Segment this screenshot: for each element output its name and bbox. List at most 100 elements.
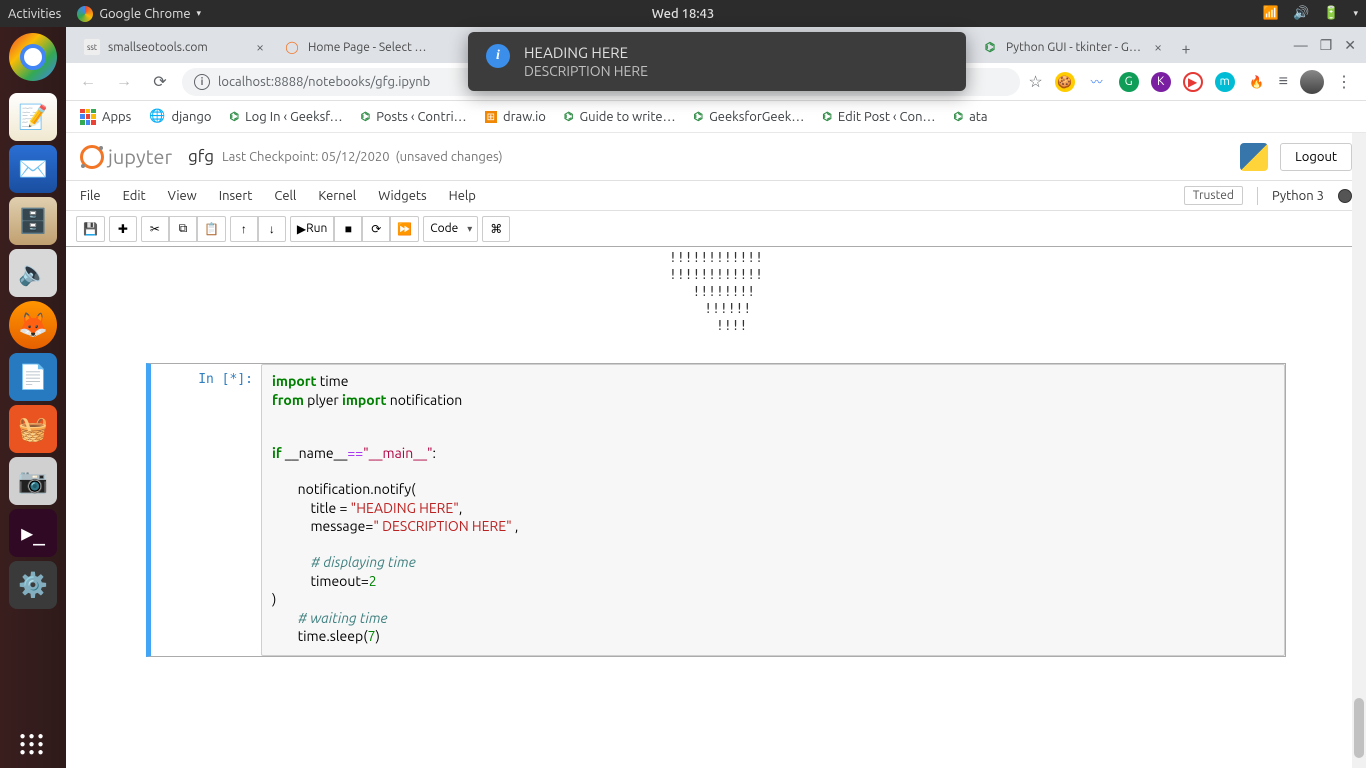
launcher-software[interactable]: 🧺 <box>9 405 57 453</box>
volume-icon[interactable]: 🔊 <box>1293 6 1309 21</box>
save-button[interactable]: 💾 <box>76 216 105 242</box>
bookmark-item[interactable]: ⌬Edit Post ‹ Con… <box>822 110 935 124</box>
activities-button[interactable]: Activities <box>8 7 61 21</box>
checkpoint-status: Last Checkpoint: 05/12/2020 (unsaved cha… <box>222 150 503 164</box>
extension-icon[interactable]: 🔥 <box>1247 72 1267 92</box>
tab-close-icon[interactable]: × <box>256 39 264 55</box>
launcher-files[interactable]: 🗄️ <box>9 197 57 245</box>
battery-icon[interactable]: 🔋 <box>1323 6 1339 21</box>
launcher-settings[interactable]: ⚙️ <box>9 561 57 609</box>
window-close[interactable]: ✕ <box>1344 37 1356 54</box>
cut-button[interactable]: ✂ <box>141 216 169 242</box>
site-info-icon[interactable]: i <box>194 74 210 90</box>
clock[interactable]: Wed 18:43 <box>652 7 714 21</box>
paste-button[interactable]: 📋 <box>197 216 226 242</box>
move-down-button[interactable]: ↓ <box>258 216 286 242</box>
launcher-firefox[interactable]: 🦊 <box>9 301 57 349</box>
gfg-icon: ⌬ <box>564 110 574 123</box>
menu-widgets[interactable]: Widgets <box>378 189 426 203</box>
menu-help[interactable]: Help <box>449 189 476 203</box>
extension-icon[interactable]: G <box>1119 72 1139 92</box>
bookmark-item[interactable]: ⌬ata <box>953 110 987 124</box>
drawio-icon: ⊞ <box>485 111 497 123</box>
jupyter-logo[interactable]: jupyter <box>80 145 172 169</box>
launcher-show-apps[interactable]: ●●●●●●●●● <box>19 732 46 756</box>
profile-avatar[interactable] <box>1300 70 1324 94</box>
logout-button[interactable]: Logout <box>1280 143 1352 171</box>
bookmark-item[interactable]: ⌬Posts ‹ Contri… <box>361 110 467 124</box>
move-up-button[interactable]: ↑ <box>230 216 258 242</box>
jupyter-menubar: File Edit View Insert Cell Kernel Widget… <box>66 181 1366 211</box>
scrollbar-thumb[interactable] <box>1354 698 1364 758</box>
launcher-text-editor[interactable]: 📝 <box>9 93 57 141</box>
menu-file[interactable]: File <box>80 189 101 203</box>
bookmark-item[interactable]: ⌬Log In ‹ Geeksf… <box>229 110 342 124</box>
favicon: ◯ <box>284 39 300 55</box>
launcher-screenshot[interactable]: 📷 <box>9 457 57 505</box>
interrupt-button[interactable]: ■ <box>334 216 362 242</box>
cell-output: !!!!!!!!!!!! !!!!!!!!!!!! !!!!!!!! !!!!!… <box>66 251 1366 359</box>
page-content: jupyter gfg Last Checkpoint: 05/12/2020 … <box>66 133 1366 768</box>
launcher-terminal[interactable]: ▸_ <box>9 509 57 557</box>
menu-edit[interactable]: Edit <box>123 189 146 203</box>
restart-run-all-button[interactable]: ⏩ <box>390 216 419 242</box>
favicon: sst <box>84 39 100 55</box>
system-menu-chevron[interactable]: ▾ <box>1353 8 1358 19</box>
system-notification[interactable]: i HEADING HERE DESCRIPTION HERE <box>468 32 966 91</box>
scrollbar[interactable] <box>1352 133 1366 768</box>
extension-icon[interactable]: m <box>1215 72 1235 92</box>
app-menu[interactable]: Google Chrome ▾ <box>77 6 201 22</box>
extension-icon[interactable]: 〰 <box>1087 72 1107 92</box>
menu-kernel[interactable]: Kernel <box>318 189 356 203</box>
jupyter-toolbar: 💾 ✚ ✂ ⧉ 📋 ↑ ↓ ▶ Run ■ ⟳ ⏩ Code ⌘ <box>66 211 1366 247</box>
reload-button[interactable]: ⟳ <box>146 68 174 96</box>
bookmark-item[interactable]: ⌬Guide to write… <box>564 110 676 124</box>
add-cell-button[interactable]: ✚ <box>109 216 137 242</box>
forward-button[interactable]: → <box>110 68 138 96</box>
kernel-name[interactable]: Python 3 <box>1272 189 1324 203</box>
menu-view[interactable]: View <box>168 189 197 203</box>
code-editor[interactable]: import time from plyer import notificati… <box>261 364 1285 656</box>
run-button[interactable]: ▶ Run <box>290 216 334 242</box>
extension-icon[interactable]: ▶ <box>1183 72 1203 92</box>
code-cell[interactable]: In [*]: import time from plyer import no… <box>146 363 1286 657</box>
launcher-libreoffice[interactable]: 📄 <box>9 353 57 401</box>
chrome-menu-icon[interactable]: ⋮ <box>1336 72 1352 91</box>
menu-insert[interactable]: Insert <box>219 189 253 203</box>
notebook-area: !!!!!!!!!!!! !!!!!!!!!!!! !!!!!!!! !!!!!… <box>66 247 1366 701</box>
chrome-window: sst smallseotools.com × ◯ Home Page - Se… <box>66 27 1366 768</box>
favicon: ⌬ <box>982 39 998 55</box>
gfg-icon: ⌬ <box>822 110 832 123</box>
launcher-thunderbird[interactable]: ✉️ <box>9 145 57 193</box>
wifi-icon[interactable]: 📶 <box>1263 6 1279 21</box>
bookmark-item[interactable]: 🌐django <box>149 109 211 124</box>
browser-tab[interactable]: ⌬ Python GUI - tkinter - G… × <box>972 31 1172 63</box>
launcher-rhythmbox[interactable]: 🔈 <box>9 249 57 297</box>
browser-tab[interactable]: ◯ Home Page - Select … <box>274 31 474 63</box>
bookmark-apps[interactable]: Apps <box>80 109 131 125</box>
menu-cell[interactable]: Cell <box>274 189 296 203</box>
url-text: localhost:8888/notebooks/gfg.ipynb <box>218 75 430 89</box>
window-maximize[interactable]: ❐ <box>1320 37 1333 54</box>
bookmark-item[interactable]: ⌬GeeksforGeek… <box>694 110 805 124</box>
star-icon[interactable]: ☆ <box>1028 72 1042 91</box>
input-prompt: In [*]: <box>151 364 261 656</box>
browser-tab[interactable]: sst smallseotools.com × <box>74 31 274 63</box>
extension-icon[interactable]: K <box>1151 72 1171 92</box>
reading-list-icon[interactable]: ≡ <box>1279 72 1288 91</box>
command-palette-button[interactable]: ⌘ <box>482 216 510 242</box>
extension-icon[interactable]: 🍪 <box>1055 72 1075 92</box>
launcher-chrome[interactable] <box>9 33 57 81</box>
notebook-name[interactable]: gfg <box>188 147 214 166</box>
bookmark-item[interactable]: ⊞draw.io <box>485 110 546 124</box>
tab-close-icon[interactable]: × <box>1154 39 1162 55</box>
new-tab-button[interactable]: + <box>1172 35 1200 63</box>
gfg-icon: ⌬ <box>361 110 371 123</box>
kernel-indicator-icon <box>1338 189 1352 203</box>
cell-type-select[interactable]: Code <box>423 216 478 242</box>
back-button[interactable]: ← <box>74 68 102 96</box>
window-minimize[interactable]: — <box>1294 37 1308 53</box>
copy-button[interactable]: ⧉ <box>169 216 197 242</box>
restart-button[interactable]: ⟳ <box>362 216 390 242</box>
trusted-badge[interactable]: Trusted <box>1184 186 1243 205</box>
